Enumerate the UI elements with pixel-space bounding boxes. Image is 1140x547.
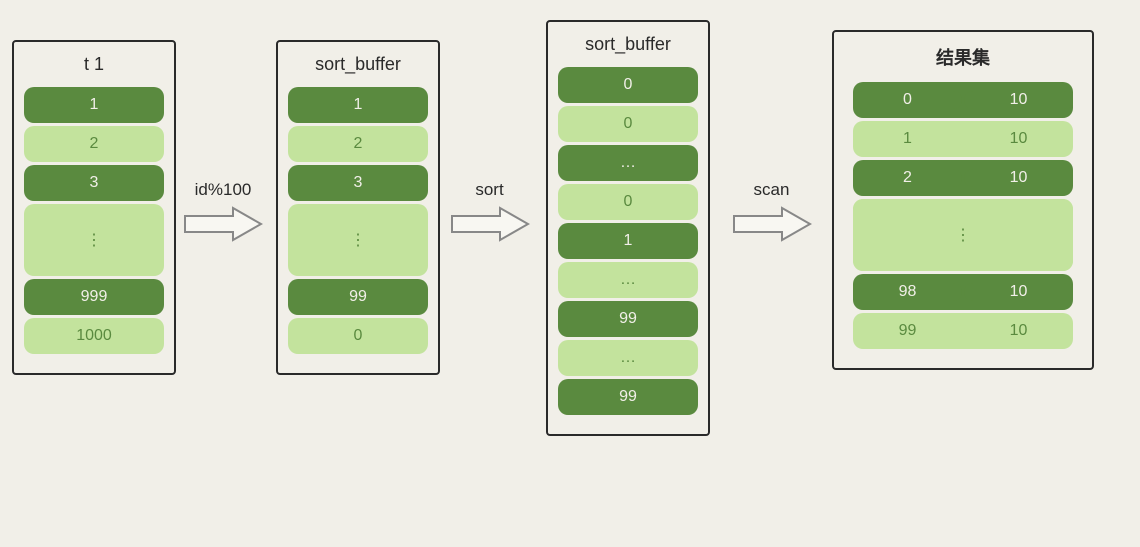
box3-row: 0 (558, 67, 698, 103)
box1-row: 1000 (24, 318, 164, 354)
result-cell: 10 (964, 91, 1073, 109)
box4-row: 2 10 (853, 160, 1073, 196)
box1-row: 2 (24, 126, 164, 162)
box4-row: ⋮ (853, 199, 1073, 271)
box3-row: … (558, 340, 698, 376)
result-cell: 10 (964, 130, 1073, 148)
box2-row: 2 (288, 126, 428, 162)
box1-row: 999 (24, 279, 164, 315)
result-cell: 99 (853, 322, 962, 340)
result-set-box: 结果集 0 10 1 10 2 10 ⋮ 98 10 99 10 (832, 30, 1094, 370)
arrow-id-mod-100: id%100 (178, 180, 268, 244)
result-cell: 0 (853, 91, 962, 109)
box4-row: 99 10 (853, 313, 1073, 349)
result-cell: 98 (853, 283, 962, 301)
box2-row: 0 (288, 318, 428, 354)
box2-row: ⋮ (288, 204, 428, 276)
arrow-scan: scan (724, 180, 819, 244)
arrow-right-icon (183, 204, 263, 244)
arrow-right-icon (450, 204, 530, 244)
arrow2-label: sort (475, 180, 503, 200)
box1-row: 1 (24, 87, 164, 123)
box4-row: 98 10 (853, 274, 1073, 310)
result-cell: 2 (853, 169, 962, 187)
box2-row: 99 (288, 279, 428, 315)
box4-title: 结果集 (936, 44, 990, 70)
box3-row: 1 (558, 223, 698, 259)
box1-title: t 1 (84, 54, 104, 75)
box3-row: … (558, 145, 698, 181)
result-cell: 1 (853, 130, 962, 148)
sort-buffer-2-box: sort_buffer 0 0 … 0 1 … 99 … 99 (546, 20, 710, 436)
arrow-right-icon (732, 204, 812, 244)
box1-row: ⋮ (24, 204, 164, 276)
box4-row: 1 10 (853, 121, 1073, 157)
result-cell: 10 (964, 169, 1073, 187)
arrow3-label: scan (754, 180, 790, 200)
result-cell: 10 (964, 283, 1073, 301)
arrow1-label: id%100 (195, 180, 252, 200)
box3-row: 99 (558, 379, 698, 415)
arrow-sort: sort (442, 180, 537, 244)
box3-row: 0 (558, 184, 698, 220)
result-cell: ⋮ (853, 199, 1073, 271)
box3-row: 99 (558, 301, 698, 337)
box2-row: 1 (288, 87, 428, 123)
box2-row: 3 (288, 165, 428, 201)
sort-buffer-1-box: sort_buffer 1 2 3 ⋮ 99 0 (276, 40, 440, 375)
box2-title: sort_buffer (315, 54, 401, 75)
box3-row: 0 (558, 106, 698, 142)
box3-row: … (558, 262, 698, 298)
table-t1-box: t 1 1 2 3 ⋮ 999 1000 (12, 40, 176, 375)
box3-title: sort_buffer (585, 34, 671, 55)
box1-row: 3 (24, 165, 164, 201)
box4-row: 0 10 (853, 82, 1073, 118)
result-cell: 10 (964, 322, 1073, 340)
